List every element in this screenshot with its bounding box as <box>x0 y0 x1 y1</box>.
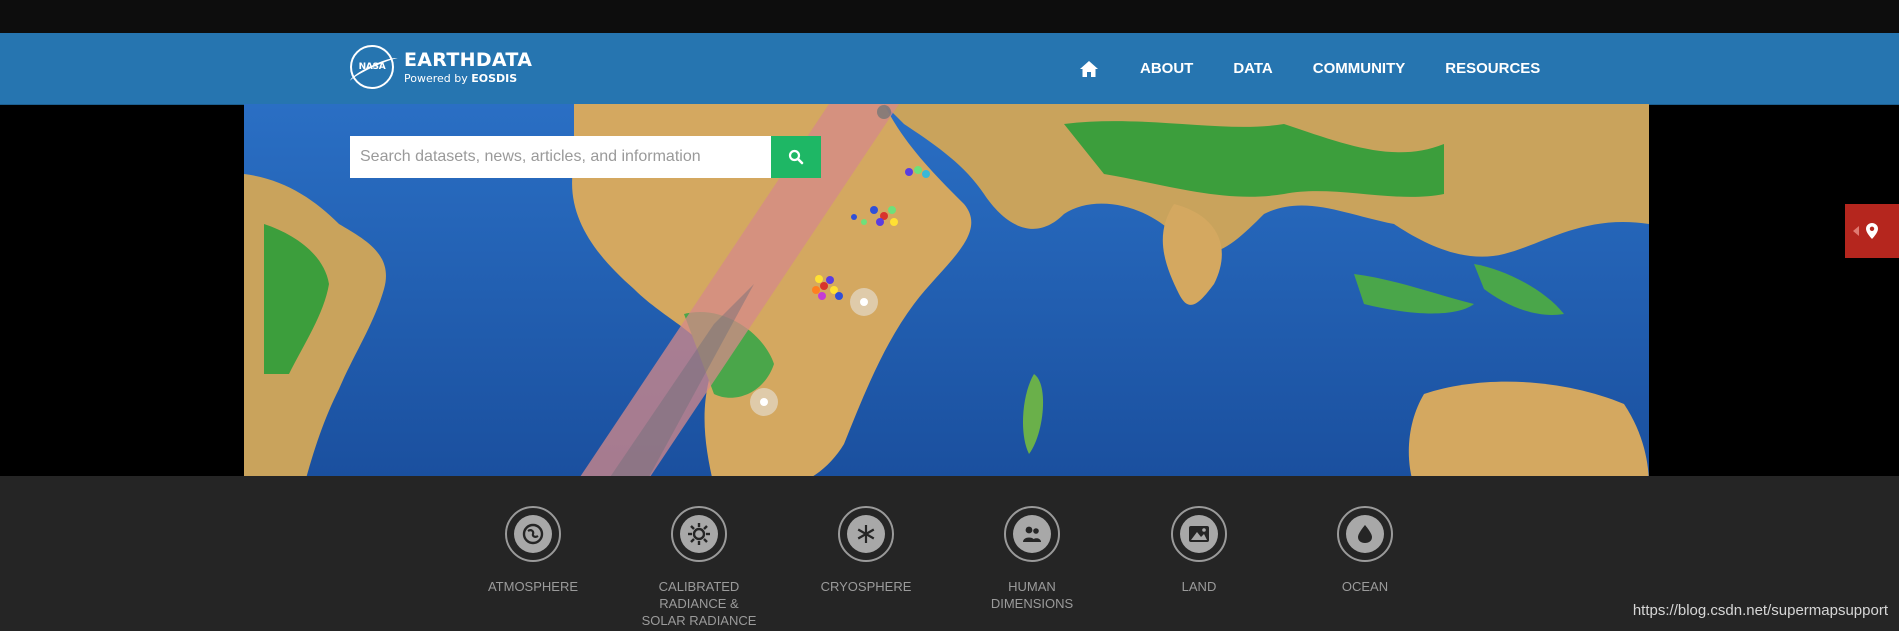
category-label: CRYOSPHERE <box>796 578 936 595</box>
category-label: HUMAN DIMENSIONS <box>962 578 1102 612</box>
category-circle <box>505 506 561 562</box>
search-bar <box>350 136 821 178</box>
category-calibrated-radiance[interactable]: CALIBRATED RADIANCE & SOLAR RADIANCE <box>629 506 769 629</box>
category-label-line: SOLAR RADIANCE <box>641 613 757 628</box>
category-human-dimensions[interactable]: HUMAN DIMENSIONS <box>962 506 1102 612</box>
brand-subtitle: Powered by EOSDIS <box>404 73 532 84</box>
nav-community[interactable]: COMMUNITY <box>1313 60 1406 77</box>
location-side-tab[interactable] <box>1845 204 1899 258</box>
cryosphere-icon <box>847 515 885 553</box>
nasa-logo-text: NASA <box>358 62 386 72</box>
atmosphere-icon <box>514 515 552 553</box>
category-label-line: CRYOSPHERE <box>820 579 912 594</box>
category-label: ATMOSPHERE <box>463 578 603 595</box>
search-button[interactable] <box>771 136 821 178</box>
category-label-line: DIMENSIONS <box>990 596 1074 611</box>
brand-title: EARTHDATA <box>404 48 533 71</box>
category-label-line: RADIANCE & <box>659 596 739 611</box>
browser-top-strip <box>0 0 1899 33</box>
category-label-line: ATMOSPHERE <box>487 579 579 594</box>
map-marker-icon <box>1866 223 1878 239</box>
calibrated-radiance-icon <box>680 515 718 553</box>
category-label-line: LAND <box>1181 579 1217 594</box>
search-input[interactable] <box>350 136 771 178</box>
home-icon[interactable] <box>1078 59 1100 79</box>
category-circle <box>671 506 727 562</box>
ocean-icon <box>1346 515 1384 553</box>
category-label-line: HUMAN <box>1008 579 1056 594</box>
site-header: NASA EARTHDATA Powered by EOSDIS ABOUT D… <box>0 33 1899 105</box>
arrow-left-icon <box>1853 226 1859 236</box>
category-land[interactable]: LAND <box>1129 506 1269 595</box>
category-circle <box>1171 506 1227 562</box>
main-nav: ABOUT DATA COMMUNITY RESOURCES <box>1078 33 1560 104</box>
earthdata-logo-link[interactable]: NASA EARTHDATA Powered by EOSDIS <box>350 42 532 92</box>
category-atmosphere[interactable]: ATMOSPHERE <box>463 506 603 595</box>
brand-sub-strong: EOSDIS <box>471 71 518 85</box>
land-icon <box>1180 515 1218 553</box>
search-icon <box>788 149 804 165</box>
category-label: LAND <box>1129 578 1269 595</box>
watermark-credit: https://blog.csdn.net/supermapsupport <box>1632 602 1888 619</box>
brand-text: EARTHDATA Powered by EOSDIS <box>404 48 533 84</box>
category-bar: ATMOSPHERE CALIBRATED RADIANCE & SOLAR R… <box>0 476 1899 631</box>
category-circle <box>1337 506 1393 562</box>
human-dimensions-icon <box>1013 515 1051 553</box>
category-label-line: OCEAN <box>1341 579 1389 594</box>
hero-world-map <box>244 104 1649 486</box>
nav-data[interactable]: DATA <box>1233 60 1272 77</box>
category-ocean[interactable]: OCEAN <box>1295 506 1435 595</box>
brand-sub-prefix: Powered by <box>404 71 472 85</box>
category-circle <box>1004 506 1060 562</box>
category-cryosphere[interactable]: CRYOSPHERE <box>796 506 936 595</box>
category-circle <box>838 506 894 562</box>
nav-about[interactable]: ABOUT <box>1140 60 1193 77</box>
category-label-line: CALIBRATED <box>658 579 740 594</box>
category-label: CALIBRATED RADIANCE & SOLAR RADIANCE <box>629 578 769 629</box>
nav-resources[interactable]: RESOURCES <box>1445 60 1540 77</box>
nasa-meatball-icon: NASA <box>350 45 394 89</box>
category-label: OCEAN <box>1295 578 1435 595</box>
